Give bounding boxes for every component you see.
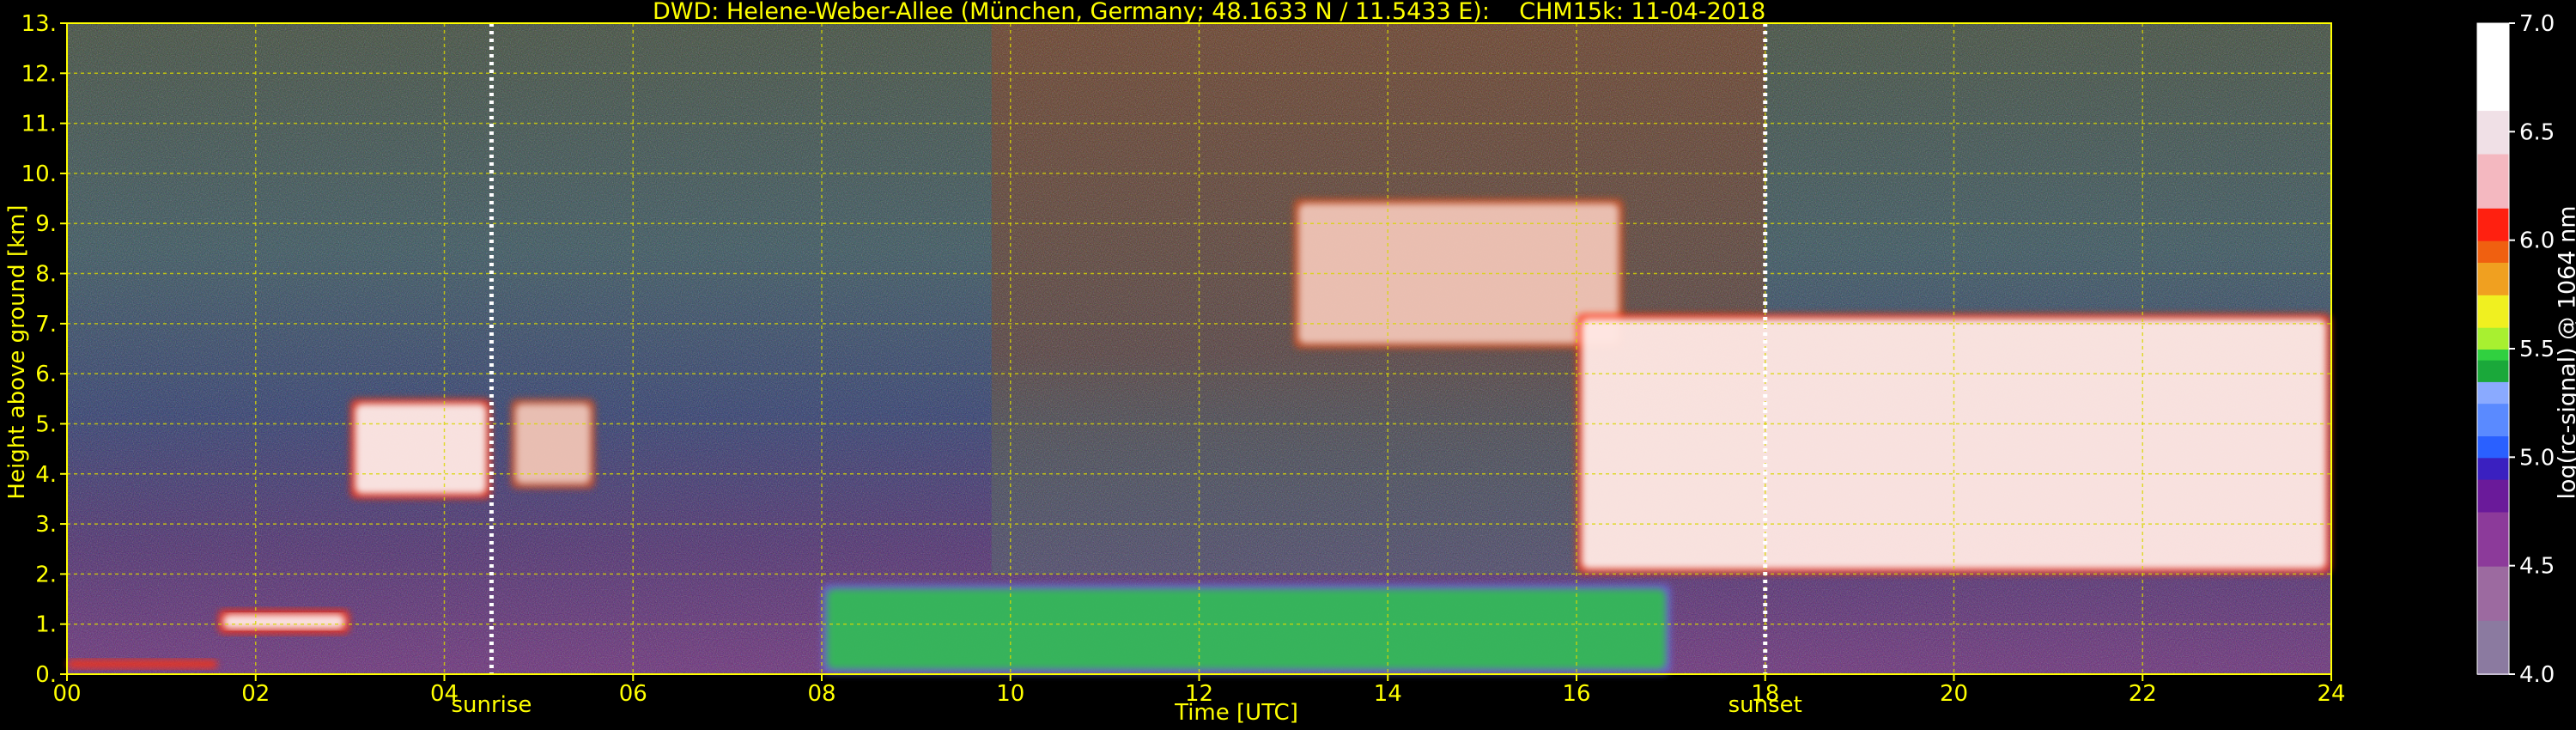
- x-tick-label: 20: [1940, 681, 1968, 707]
- colorbar-label: log(rc-signal) @ 1064 nm: [2554, 205, 2576, 500]
- y-axis-label: Height above ground [km]: [4, 204, 30, 500]
- colorbar-tick-label: 6.5: [2519, 119, 2555, 145]
- colorbar-segment: [2477, 261, 2509, 295]
- x-tick-label: 06: [619, 681, 647, 707]
- colorbar-segment: [2477, 457, 2509, 480]
- feature-morning-boundary-layer-top: [217, 609, 350, 635]
- colorbar-segment: [2477, 207, 2509, 241]
- y-tick-label: 6.: [35, 362, 57, 387]
- colorbar-segment: [2477, 619, 2509, 675]
- colorbar-segment: [2477, 435, 2509, 459]
- colorbar-segment: [2477, 294, 2509, 328]
- feature-surface-layer: [67, 659, 218, 670]
- x-tick-label: 04: [430, 681, 459, 707]
- colorbar-segment: [2477, 240, 2509, 263]
- feature-mid-level-cloud: [510, 398, 596, 490]
- colorbar-tick-label: 6.0: [2519, 228, 2555, 254]
- y-tick-label: 8.: [35, 262, 57, 288]
- feature-core: [515, 404, 591, 484]
- feature-core: [827, 589, 1666, 669]
- x-tick-label: 24: [2317, 681, 2345, 707]
- colorbar: 4.0 4.5 5.0 5.5 6.0 6.5 7.0: [2476, 11, 2555, 688]
- y-tick-label: 1.: [35, 612, 57, 638]
- chart-title: DWD: Helene-Weber-Allee (München, German…: [653, 0, 1766, 25]
- colorbar-tick-label: 4.5: [2519, 554, 2555, 580]
- colorbar-segment: [2477, 511, 2509, 567]
- colorbar-segment: [2477, 565, 2509, 621]
- sunrise-label: sunrise: [451, 692, 532, 718]
- colorbar-tick-label: 5.0: [2519, 445, 2555, 471]
- feature-morning-cloud: [349, 398, 492, 499]
- colorbar-segment: [2477, 110, 2509, 155]
- colorbar-segment: [2477, 153, 2509, 209]
- x-axis-label: Time [UTC]: [1175, 700, 1298, 726]
- feature-core: [222, 614, 345, 630]
- colorbar-segment: [2477, 403, 2509, 437]
- y-tick-label: 12.: [21, 61, 57, 87]
- colorbar-segment: [2477, 326, 2509, 350]
- colorbar-segment: [2477, 380, 2509, 405]
- feature-mixing-layer: [822, 584, 1671, 674]
- colorbar-tick-label: 5.5: [2519, 337, 2555, 362]
- y-tick-label: 13.: [21, 11, 57, 37]
- x-tick-label: 00: [52, 681, 81, 707]
- y-tick-label: 10.: [21, 161, 57, 187]
- y-tick-label: 3.: [35, 512, 57, 538]
- y-tick-label: 5.: [35, 411, 57, 437]
- y-tick-label: 7.: [35, 312, 57, 338]
- y-tick-label: 0.: [35, 662, 57, 688]
- x-tick-label: 10: [996, 681, 1024, 707]
- y-tick-label: 11.: [21, 112, 57, 137]
- colorbar-segment: [2477, 359, 2509, 382]
- y-tick-label: 2.: [35, 562, 57, 587]
- y-tick-label: 4.: [35, 462, 57, 488]
- x-tick-label: 14: [1374, 681, 1402, 707]
- x-tick-label: 08: [807, 681, 835, 707]
- colorbar-tick-label: 7.0: [2519, 11, 2555, 37]
- ceilometer-chart: sunrise sunset 00 02 04 06 08 10 12 14 16 18 20 22 24…: [21, 11, 2555, 718]
- colorbar-segment: [2477, 349, 2509, 361]
- y-tick-label: 9.: [35, 211, 57, 237]
- feature-edge: [67, 659, 218, 670]
- colorbar-segment: [2477, 23, 2509, 112]
- colorbar-segment: [2477, 478, 2509, 513]
- x-tick-label: 16: [1562, 681, 1590, 707]
- x-tick-label: 02: [241, 681, 270, 707]
- x-tick-label: 18: [1751, 681, 1779, 707]
- x-tick-label: 22: [2129, 681, 2157, 707]
- feature-core: [355, 404, 487, 494]
- colorbar-tick-label: 4.0: [2519, 662, 2555, 688]
